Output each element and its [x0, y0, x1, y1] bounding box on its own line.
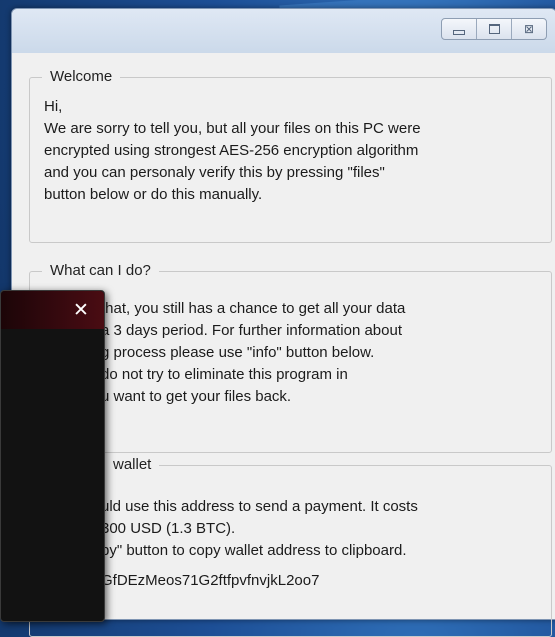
what-can-i-do-group: What can I do? that, you still has a cha…: [29, 260, 552, 453]
window-titlebar[interactable]: ⊠: [12, 9, 555, 53]
close-button[interactable]: ⊠: [511, 19, 546, 39]
what-line: a 3 days period. For further information…: [101, 322, 402, 339]
what-line: that, you still has a chance to get all …: [101, 300, 406, 317]
wallet-line: uld use this address to send a payment. …: [101, 498, 418, 515]
maximize-icon: [488, 24, 500, 34]
welcome-line: button below or do this manually.: [44, 186, 263, 203]
maximize-button[interactable]: [476, 19, 511, 39]
minimize-button[interactable]: [442, 19, 476, 39]
dark-popup-window: ✕: [0, 290, 105, 622]
welcome-line: encrypted using strongest AES-256 encryp…: [44, 142, 419, 159]
popup-titlebar[interactable]: ✕: [1, 291, 104, 329]
wallet-group-title: wallet: [105, 454, 160, 476]
welcome-line: and you can personaly verify this by pre…: [44, 164, 385, 181]
what-line: do not try to eliminate this program in: [101, 366, 348, 383]
wallet-address[interactable]: GfDEzMeos71G2ftfpvfnvjkL2oo7: [101, 570, 539, 592]
wallet-group: wallet uld use this address to send a pa…: [29, 454, 552, 637]
wallet-line: py" button to copy wallet address to cli…: [101, 542, 407, 559]
what-group-title: What can I do?: [42, 260, 159, 282]
what-text: that, you still has a chance to get all …: [101, 298, 539, 408]
wallet-line: 300 USD (1.3 BTC).: [101, 520, 236, 537]
minimize-icon: [453, 29, 465, 35]
what-line: g process please use "info" button below…: [101, 344, 375, 361]
welcome-group-title: Welcome: [42, 66, 121, 88]
welcome-line: Hi,: [44, 98, 63, 115]
window-controls: ⊠: [441, 18, 547, 40]
wallet-text: uld use this address to send a payment. …: [101, 496, 539, 592]
what-line: u want to get your files back.: [101, 388, 292, 405]
welcome-text: Hi, We are sorry to tell you, but all yo…: [44, 96, 539, 206]
popup-close-icon[interactable]: ✕: [68, 298, 94, 322]
welcome-line: We are sorry to tell you, but all your f…: [44, 120, 421, 137]
close-icon: ⊠: [523, 22, 535, 36]
welcome-group: Welcome Hi, We are sorry to tell you, bu…: [29, 66, 552, 243]
